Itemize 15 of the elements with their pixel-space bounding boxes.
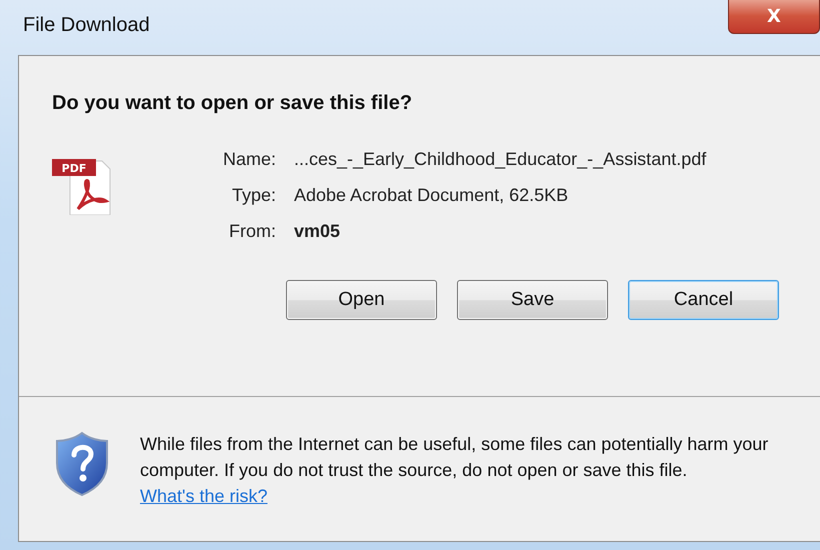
dialog-button[interactable]: Save: [457, 280, 608, 320]
dialog-button[interactable]: Open: [286, 280, 437, 320]
shield-question-icon: [54, 431, 110, 497]
risk-link[interactable]: What's the risk?: [140, 486, 268, 506]
warning-text: While files from the Internet can be useful, some files can potentially harm your computer. If you do not trust the source, do not open or save this file. What's the risk?: [140, 433, 770, 508]
dialog-heading: Do you want to open or save this file?: [52, 92, 414, 115]
field-value: vm05: [294, 221, 342, 242]
field-label: Name:: [222, 149, 276, 170]
dialog-button[interactable]: Cancel: [628, 280, 779, 320]
field-label: Type:: [230, 185, 276, 206]
close-button[interactable]: X: [728, 0, 820, 34]
field-label: From:: [228, 221, 276, 242]
field-value: Adobe Acrobat Document, 62.5KB: [294, 185, 570, 206]
window-title: File Download: [23, 14, 150, 37]
field-value: ...ces_-_Early_Childhood_Educator_-_Assistant.pdf: [294, 149, 706, 170]
